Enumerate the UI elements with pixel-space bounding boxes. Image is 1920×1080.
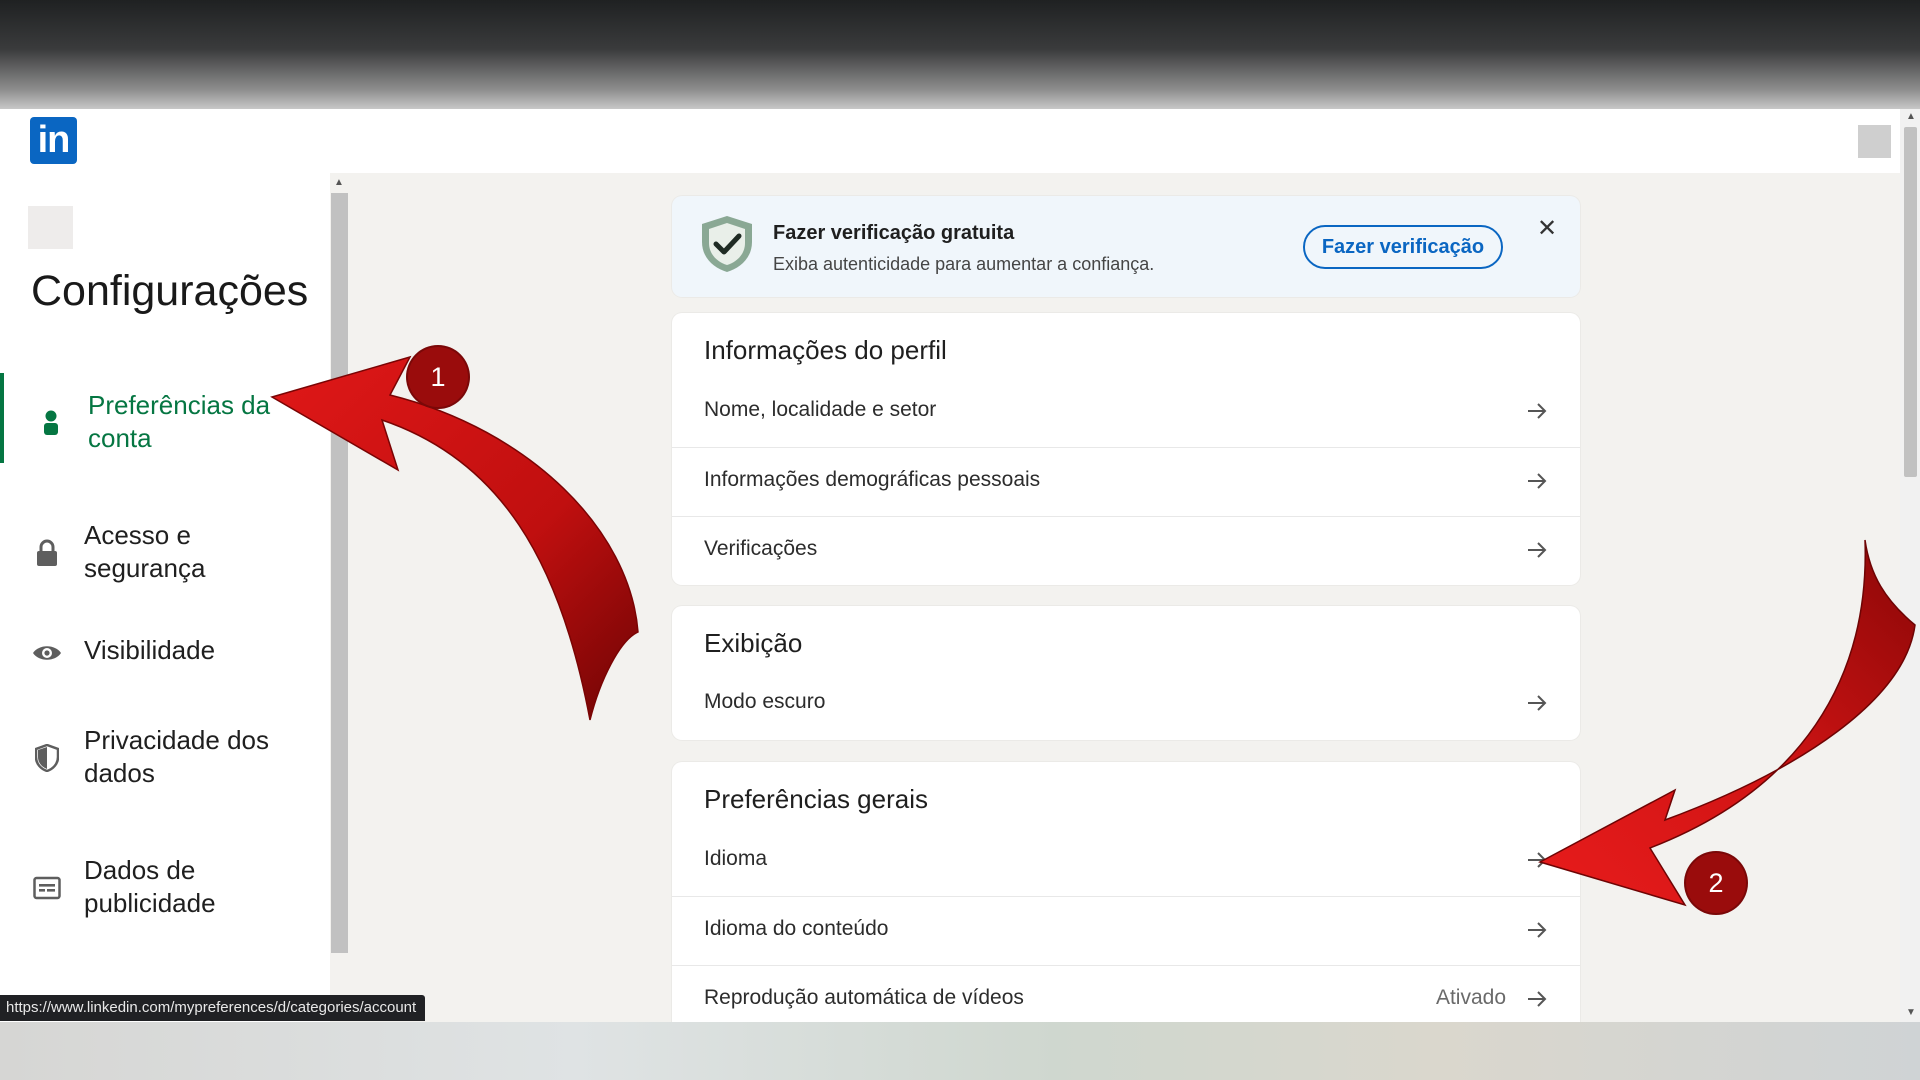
verified-shield-icon <box>698 214 756 274</box>
arrow-right-icon <box>1528 542 1547 558</box>
verification-banner: Fazer verificação gratuita Exiba autenti… <box>672 196 1580 297</box>
linkedin-logo[interactable]: in <box>30 117 77 164</box>
settings-row-content-language[interactable]: Idioma do conteúdo <box>672 896 1580 966</box>
eye-icon <box>32 638 62 668</box>
page-scroll-up-icon[interactable]: ▲ <box>1906 111 1916 122</box>
close-icon[interactable]: ✕ <box>1537 214 1557 243</box>
link-status-url: https://www.linkedin.com/mypreferences/d… <box>0 995 426 1021</box>
arrow-right-icon <box>1528 991 1547 1007</box>
arrow-right-icon <box>1528 403 1547 419</box>
shield-icon <box>32 743 62 773</box>
sidebar-scroll-up-icon[interactable]: ▲ <box>334 177 344 188</box>
row-label: Nome, localidade e setor <box>704 398 937 421</box>
section-title: Exibição <box>704 628 803 658</box>
screenshot-bottom-band <box>0 1022 1920 1080</box>
sidebar-item-access-security[interactable]: Acesso e segurança <box>0 503 330 593</box>
section-title: Informações do perfil <box>704 335 947 365</box>
settings-row-demographics[interactable]: Informações demográficas pessoais <box>672 447 1580 517</box>
sidebar-item-label: Acesso e segurança <box>84 520 206 583</box>
sidebar-item-label: Dados de publicidade <box>84 855 216 918</box>
display-section: Exibição Modo escuro <box>672 606 1580 740</box>
page-scroll-thumb[interactable] <box>1904 127 1917 477</box>
avatar[interactable] <box>1858 125 1891 158</box>
arrow-right-icon <box>1528 922 1547 938</box>
section-title: Preferências gerais <box>704 784 928 814</box>
sidebar-item-label: Preferências da conta <box>88 390 271 453</box>
row-label: Informações demográficas pessoais <box>704 468 1041 491</box>
annotation-badge-2: 2 <box>1686 853 1746 913</box>
sidebar-item-label: Privacidade dos dados <box>84 725 269 788</box>
sidebar-item-ad-data[interactable]: Dados de publicidade <box>0 838 330 928</box>
profile-info-section: Informações do perfil Nome, localidade e… <box>672 313 1580 585</box>
app-header: in <box>0 109 1900 173</box>
sidebar-item-account-preferences[interactable]: Preferências da conta <box>0 373 334 463</box>
settings-row-autoplay-videos[interactable]: Reprodução automática de vídeos Ativado <box>672 965 1580 1022</box>
row-label: Reprodução automática de vídeos <box>704 986 1024 1009</box>
arrow-right-icon <box>1528 473 1547 489</box>
start-verification-button[interactable]: Fazer verificação <box>1303 225 1503 269</box>
settings-row-language[interactable]: Idioma <box>672 827 1580 896</box>
arrow-right-icon <box>1528 695 1547 711</box>
lock-icon <box>32 538 62 568</box>
annotation-badge-1: 1 <box>408 347 468 407</box>
settings-row-verifications[interactable]: Verificações <box>672 516 1580 586</box>
settings-row-dark-mode[interactable]: Modo escuro <box>672 670 1580 739</box>
page-scroll-down-icon[interactable]: ▼ <box>1906 1007 1916 1018</box>
settings-sidebar: Configurações Preferências da conta Aces… <box>0 173 349 1022</box>
person-icon <box>36 408 66 438</box>
page-title: Configurações <box>31 267 309 315</box>
sidebar-scroll-thumb[interactable] <box>331 193 348 953</box>
sidebar-item-label: Visibilidade <box>84 635 216 665</box>
row-label: Verificações <box>704 537 818 560</box>
verification-subtitle: Exiba autenticidade para aumentar a conf… <box>773 254 1155 274</box>
arrow-right-icon <box>1528 852 1547 868</box>
row-value: Ativado <box>1435 986 1506 1009</box>
ad-data-icon <box>32 873 62 903</box>
general-preferences-section: Preferências gerais Idioma Idioma do con… <box>672 762 1580 1022</box>
profile-thumbnail[interactable] <box>28 206 73 249</box>
sidebar-item-visibility[interactable]: Visibilidade <box>0 618 330 708</box>
verification-title: Fazer verificação gratuita <box>773 222 1015 244</box>
browser-viewport: in Configurações Preferências da conta A… <box>0 109 1920 1022</box>
row-label: Idioma <box>704 847 768 870</box>
sidebar-item-data-privacy[interactable]: Privacidade dos dados <box>0 708 330 798</box>
settings-row-name-location-industry[interactable]: Nome, localidade e setor <box>672 378 1580 447</box>
row-label: Modo escuro <box>704 690 826 713</box>
row-label: Idioma do conteúdo <box>704 917 889 940</box>
screenshot-top-band <box>0 0 1920 109</box>
